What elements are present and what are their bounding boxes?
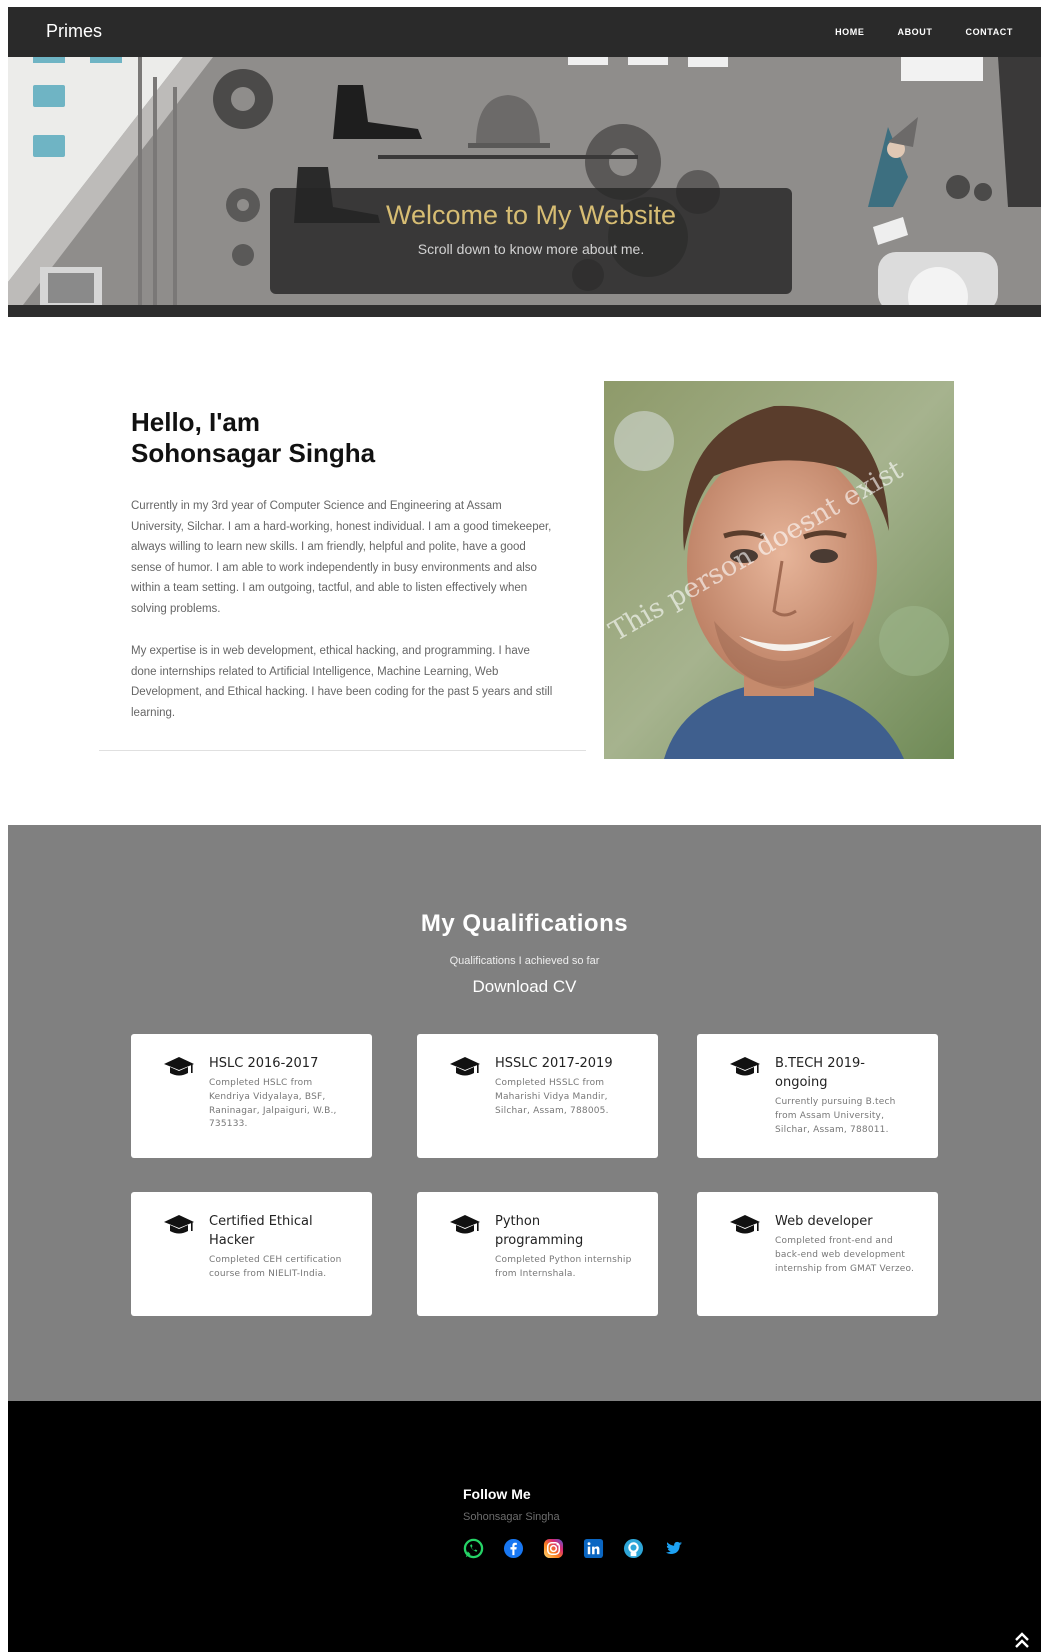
qualification-text: Currently pursuing B.tech from Assam Uni… <box>775 1097 896 1135</box>
social-links <box>463 1538 684 1559</box>
qualifications-title: My Qualifications <box>420 910 629 937</box>
about-divider <box>99 750 586 751</box>
footer: Follow Me Sohonsagar Singha <box>8 1401 1041 1652</box>
about-name: Sohonsagar Singha <box>131 438 376 468</box>
qualification-text: Completed front-end and back-end web dev… <box>775 1236 915 1274</box>
graduation-cap-icon <box>730 1215 760 1234</box>
facebook-icon[interactable] <box>503 1538 524 1559</box>
graduation-cap-icon <box>164 1057 194 1076</box>
qualification-card: B.TECH 2019-ongoing Currently pursuing B… <box>697 1034 938 1158</box>
qualification-text: Completed HSSLC from Maharishi Vidya Man… <box>495 1078 609 1116</box>
nav-links: HOME ABOUT CONTACT <box>835 27 1013 37</box>
download-cv-link[interactable]: Download CV <box>473 977 577 996</box>
brand-logo[interactable]: Primes <box>46 21 102 42</box>
qualification-text: Completed CEH certification course from … <box>209 1255 342 1279</box>
qualifications-subtitle: Qualifications I achieved so far <box>449 955 600 967</box>
github-icon[interactable] <box>623 1538 644 1559</box>
about-heading: Hello, I'am Sohonsagar Singha <box>131 407 375 469</box>
qualification-title: Web developer <box>775 1214 873 1229</box>
linkedin-icon[interactable] <box>583 1538 604 1559</box>
about-greeting: Hello, I'am <box>131 407 260 437</box>
qualification-card: Python programming Completed Python inte… <box>417 1192 658 1316</box>
nav-contact-link[interactable]: CONTACT <box>965 27 1013 37</box>
scroll-to-top-icon[interactable] <box>1013 1631 1031 1649</box>
qualification-card: HSSLC 2017-2019 Completed HSSLC from Mah… <box>417 1034 658 1158</box>
qualification-title: Python programming <box>495 1214 584 1248</box>
qualification-title: B.TECH 2019-ongoing <box>775 1056 865 1090</box>
about-paragraph-1: Currently in my 3rd year of Computer Sci… <box>131 500 552 615</box>
download-cv-row: Download CV <box>8 977 1041 997</box>
whatsapp-icon[interactable] <box>463 1538 484 1559</box>
hero-title: Welcome to My Website <box>385 200 677 230</box>
navbar: Primes HOME ABOUT CONTACT <box>8 7 1041 57</box>
twitter-icon[interactable] <box>663 1538 684 1559</box>
qualification-card: Web developer Completed front-end and ba… <box>697 1192 938 1316</box>
qualification-text: Completed HSLC from Kendriya Vidyalaya, … <box>209 1078 337 1130</box>
nav-about-link[interactable]: ABOUT <box>897 27 932 37</box>
hero-subtitle: Scroll down to know more about me. <box>417 241 645 257</box>
footer-owner-name: Sohonsagar Singha <box>463 1511 560 1523</box>
qualification-title: HSSLC 2017-2019 <box>495 1056 613 1071</box>
profile-portrait-illustration <box>604 381 954 759</box>
graduation-cap-icon <box>450 1057 480 1076</box>
page: Welcome to My Website Scroll down to kno… <box>8 7 1041 1652</box>
hero-welcome-box: Welcome to My Website Scroll down to kno… <box>270 188 792 294</box>
graduation-cap-icon <box>730 1057 760 1076</box>
hero-bottom-strip <box>8 305 1041 317</box>
about-paragraph-2: My expertise is in web development, ethi… <box>131 645 553 719</box>
instagram-icon[interactable] <box>543 1538 564 1559</box>
qualification-card: Certified Ethical Hacker Completed CEH c… <box>131 1192 372 1316</box>
profile-photo: This person doesnt exist <box>604 381 954 759</box>
follow-me-heading: Follow Me <box>463 1486 531 1502</box>
qualification-text: Completed Python internship from Interns… <box>495 1255 632 1279</box>
qualification-card: HSLC 2016-2017 Completed HSLC from Kendr… <box>131 1034 372 1158</box>
qualification-title: Certified Ethical Hacker <box>209 1214 313 1248</box>
graduation-cap-icon <box>450 1215 480 1234</box>
qualification-title: HSLC 2016-2017 <box>209 1056 319 1071</box>
graduation-cap-icon <box>164 1215 194 1234</box>
qualifications-section: My Qualifications Qualifications I achie… <box>8 825 1041 1401</box>
nav-home-link[interactable]: HOME <box>835 27 864 37</box>
